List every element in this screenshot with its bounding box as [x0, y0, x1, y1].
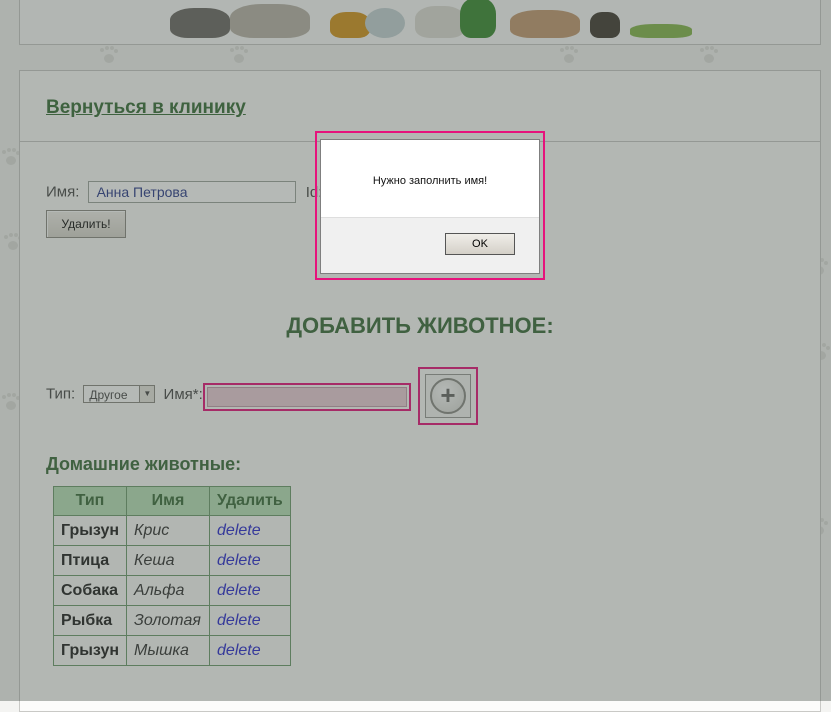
- modal-backdrop: [0, 0, 831, 701]
- alert-highlight: Нужно заполнить имя! OK: [315, 131, 545, 280]
- alert-footer: OK: [321, 217, 539, 273]
- alert-dialog: Нужно заполнить имя! OK: [320, 139, 540, 274]
- ok-button[interactable]: OK: [445, 233, 515, 255]
- alert-message: Нужно заполнить имя!: [372, 175, 488, 187]
